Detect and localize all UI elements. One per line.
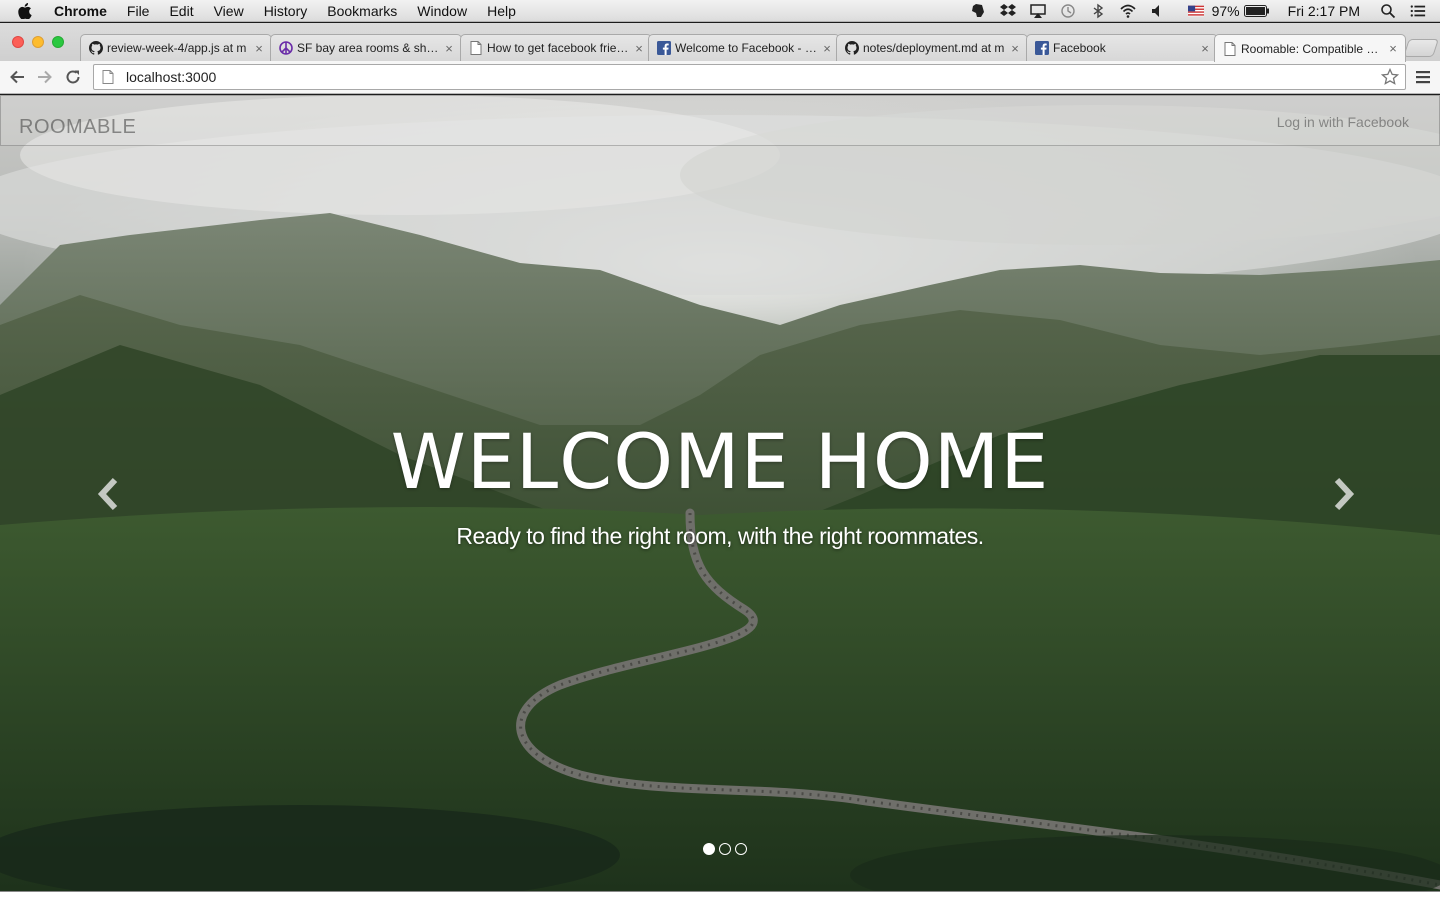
menu-app-chrome[interactable]: Chrome <box>54 0 107 22</box>
time-machine-icon[interactable] <box>1060 3 1076 19</box>
carousel-indicator[interactable] <box>719 843 731 855</box>
battery-percent: 97% <box>1211 3 1240 19</box>
tab-title: How to get facebook friends <box>487 41 629 55</box>
menu-bar-clock[interactable]: Fri 2:17 PM <box>1288 3 1360 19</box>
carousel-next-chevron-icon[interactable] <box>1328 476 1358 512</box>
evernote-icon[interactable] <box>970 3 986 19</box>
menu-window[interactable]: Window <box>417 0 467 22</box>
carousel-indicators <box>703 843 747 855</box>
page-icon <box>1223 41 1237 56</box>
tab-close-icon[interactable]: × <box>253 41 265 56</box>
window-close-button[interactable] <box>12 36 24 48</box>
carousel-indicator[interactable] <box>735 843 747 855</box>
page-icon <box>102 69 116 85</box>
apple-menu-icon[interactable] <box>18 2 40 19</box>
hero-subtitle: Ready to find the right room, with the r… <box>456 523 984 549</box>
page-viewport: ROOMABLE Log in with Facebook WELCOME HO… <box>0 95 1440 891</box>
browser-tab[interactable]: How to get facebook friends × <box>460 34 652 61</box>
craigslist-peace-icon <box>279 41 293 55</box>
site-navbar: ROOMABLE Log in with Facebook <box>0 95 1440 146</box>
browser-tab[interactable]: review-week-4/app.js at m × <box>80 34 272 61</box>
tab-title: notes/deployment.md at m <box>863 41 1005 55</box>
browser-tab[interactable]: Welcome to Facebook - Log × <box>648 34 840 61</box>
menu-view[interactable]: View <box>214 0 244 22</box>
bluetooth-icon[interactable] <box>1090 3 1106 19</box>
dropbox-icon[interactable] <box>999 3 1016 19</box>
page-icon <box>469 41 483 55</box>
wifi-icon[interactable] <box>1120 3 1136 19</box>
reload-icon[interactable] <box>63 67 83 87</box>
address-bar-url: localhost:3000 <box>126 69 217 85</box>
bookmark-star-icon[interactable] <box>1380 67 1400 86</box>
back-arrow-icon[interactable] <box>7 67 27 87</box>
facebook-icon <box>657 41 671 55</box>
airplay-icon[interactable] <box>1029 3 1046 19</box>
flag-us-icon[interactable] <box>1187 3 1204 19</box>
github-icon <box>89 41 103 55</box>
browser-tab[interactable]: Facebook × <box>1026 34 1218 61</box>
tab-title: Welcome to Facebook - Log <box>675 41 817 55</box>
chrome-menu-icon[interactable] <box>1416 70 1430 84</box>
site-brand-logo[interactable]: ROOMABLE <box>19 116 136 139</box>
tab-close-icon[interactable]: × <box>821 41 833 56</box>
menu-file[interactable]: File <box>127 0 150 22</box>
menu-edit[interactable]: Edit <box>169 0 193 22</box>
volume-icon[interactable] <box>1150 3 1166 19</box>
menu-bookmarks[interactable]: Bookmarks <box>327 0 397 22</box>
window-minimize-button[interactable] <box>32 36 44 48</box>
tab-close-icon[interactable]: × <box>633 41 645 56</box>
github-icon <box>845 41 859 55</box>
tab-title: Facebook <box>1053 41 1106 55</box>
tab-title: Roomable: Compatible Roo <box>1241 41 1383 56</box>
browser-tab-active[interactable]: Roomable: Compatible Roo × <box>1214 34 1406 62</box>
page-bottom-edge <box>0 891 1440 900</box>
battery-icon[interactable] <box>1243 3 1270 19</box>
tab-close-icon[interactable]: × <box>1009 41 1021 56</box>
browser-tab-strip: review-week-4/app.js at m × SF bay area … <box>0 23 1440 62</box>
macos-menu-bar: Chrome File Edit View History Bookmarks … <box>0 0 1440 22</box>
new-tab-button[interactable] <box>1403 39 1439 57</box>
tab-close-icon[interactable]: × <box>1199 41 1211 56</box>
browser-tab[interactable]: SF bay area rooms & shares × <box>270 34 462 61</box>
notification-center-icon[interactable] <box>1410 3 1426 19</box>
tab-title: SF bay area rooms & shares <box>297 41 439 55</box>
facebook-icon <box>1035 41 1049 55</box>
facebook-login-link[interactable]: Log in with Facebook <box>1277 114 1409 130</box>
spotlight-icon[interactable] <box>1380 3 1396 19</box>
menu-bar-status-area: 97% Fri 2:17 PM <box>956 0 1440 22</box>
hero-title: WELCOME HOME <box>390 417 1050 506</box>
browser-tab[interactable]: notes/deployment.md at m × <box>836 34 1028 61</box>
forward-arrow-icon[interactable] <box>35 67 55 87</box>
tab-title: review-week-4/app.js at m <box>107 41 247 55</box>
browser-toolbar: localhost:3000 <box>0 61 1440 94</box>
menu-history[interactable]: History <box>264 0 308 22</box>
carousel-indicator[interactable] <box>703 843 715 855</box>
tab-close-icon[interactable]: × <box>1387 41 1399 56</box>
address-bar[interactable]: localhost:3000 <box>93 64 1406 90</box>
menu-help[interactable]: Help <box>487 0 516 22</box>
carousel-prev-chevron-icon[interactable] <box>94 476 124 512</box>
window-zoom-button[interactable] <box>52 36 64 48</box>
tab-close-icon[interactable]: × <box>443 41 455 56</box>
